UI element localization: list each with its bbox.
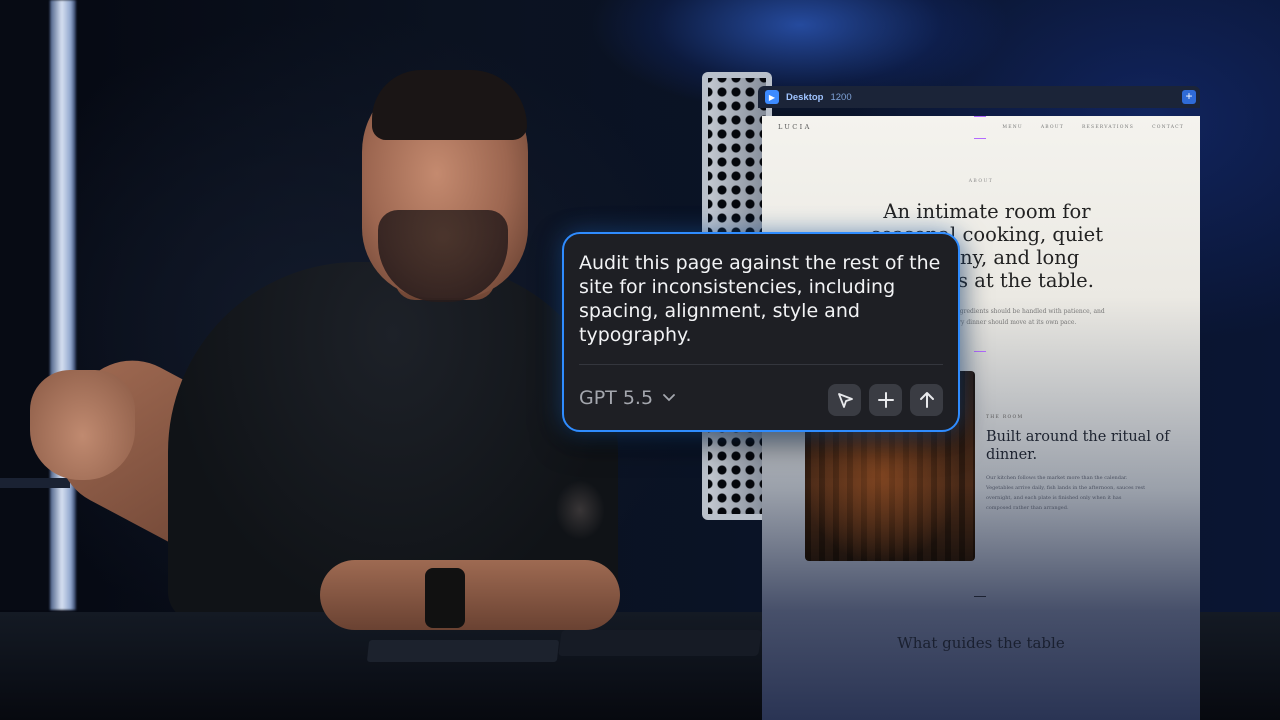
nav-item-about[interactable]: ABOUT [1041,125,1064,130]
smartwatch [425,568,465,628]
plus-icon[interactable] [869,384,902,416]
keyboard [366,640,560,662]
nav-item-contact[interactable]: CONTACT [1152,125,1184,130]
presenter-hair [372,70,527,140]
section-eyebrow: ABOUT [968,179,994,184]
wall-post [0,0,50,610]
model-name: GPT 5.5 [579,387,654,409]
room-body: Our kitchen follows the market more than… [986,475,1146,511]
send-arrow-up-icon[interactable] [910,384,943,416]
nav-item-menu[interactable]: MENU [1002,125,1022,130]
room-eyebrow: THE ROOM [986,415,1024,420]
site-nav: MENU ABOUT RESERVATIONS CONTACT [1002,125,1184,130]
device-label[interactable]: Desktop [786,92,823,103]
prompt-input[interactable]: Audit this page against the rest of the … [579,251,945,347]
spacing-guide [974,138,986,139]
spacing-guide [974,116,986,117]
presenter-beard [378,210,508,302]
device-width: 1200 [830,91,852,103]
model-selector[interactable]: GPT 5.5 [579,387,675,409]
presenter-tattoo [555,480,605,540]
guides-heading: What guides the table [897,634,1065,652]
add-breakpoint-button[interactable]: + [1182,90,1196,104]
nav-item-reservations[interactable]: RESERVATIONS [1082,125,1134,130]
cursor-select-icon[interactable] [828,384,861,416]
chevron-down-icon [663,391,675,405]
room-heading: Built around the ritual of dinner. [986,429,1170,463]
wall-light-strip [50,0,76,610]
prompt-divider [579,364,943,365]
app-logo-icon[interactable]: ▶ [765,90,779,104]
site-logo[interactable]: LUCIA [778,123,812,131]
presenter-head [362,72,528,298]
section-divider [974,596,986,597]
prompt-actions [828,384,943,416]
preview-toolbar: ▶ Desktop 1200 + [758,86,1200,108]
presenter-neck [395,230,495,300]
trackpad [558,630,762,656]
spacing-guide [974,351,986,352]
presenter-right-forearm [320,560,620,630]
ai-prompt-popover: Audit this page against the rest of the … [562,232,960,432]
shelf [0,478,70,488]
